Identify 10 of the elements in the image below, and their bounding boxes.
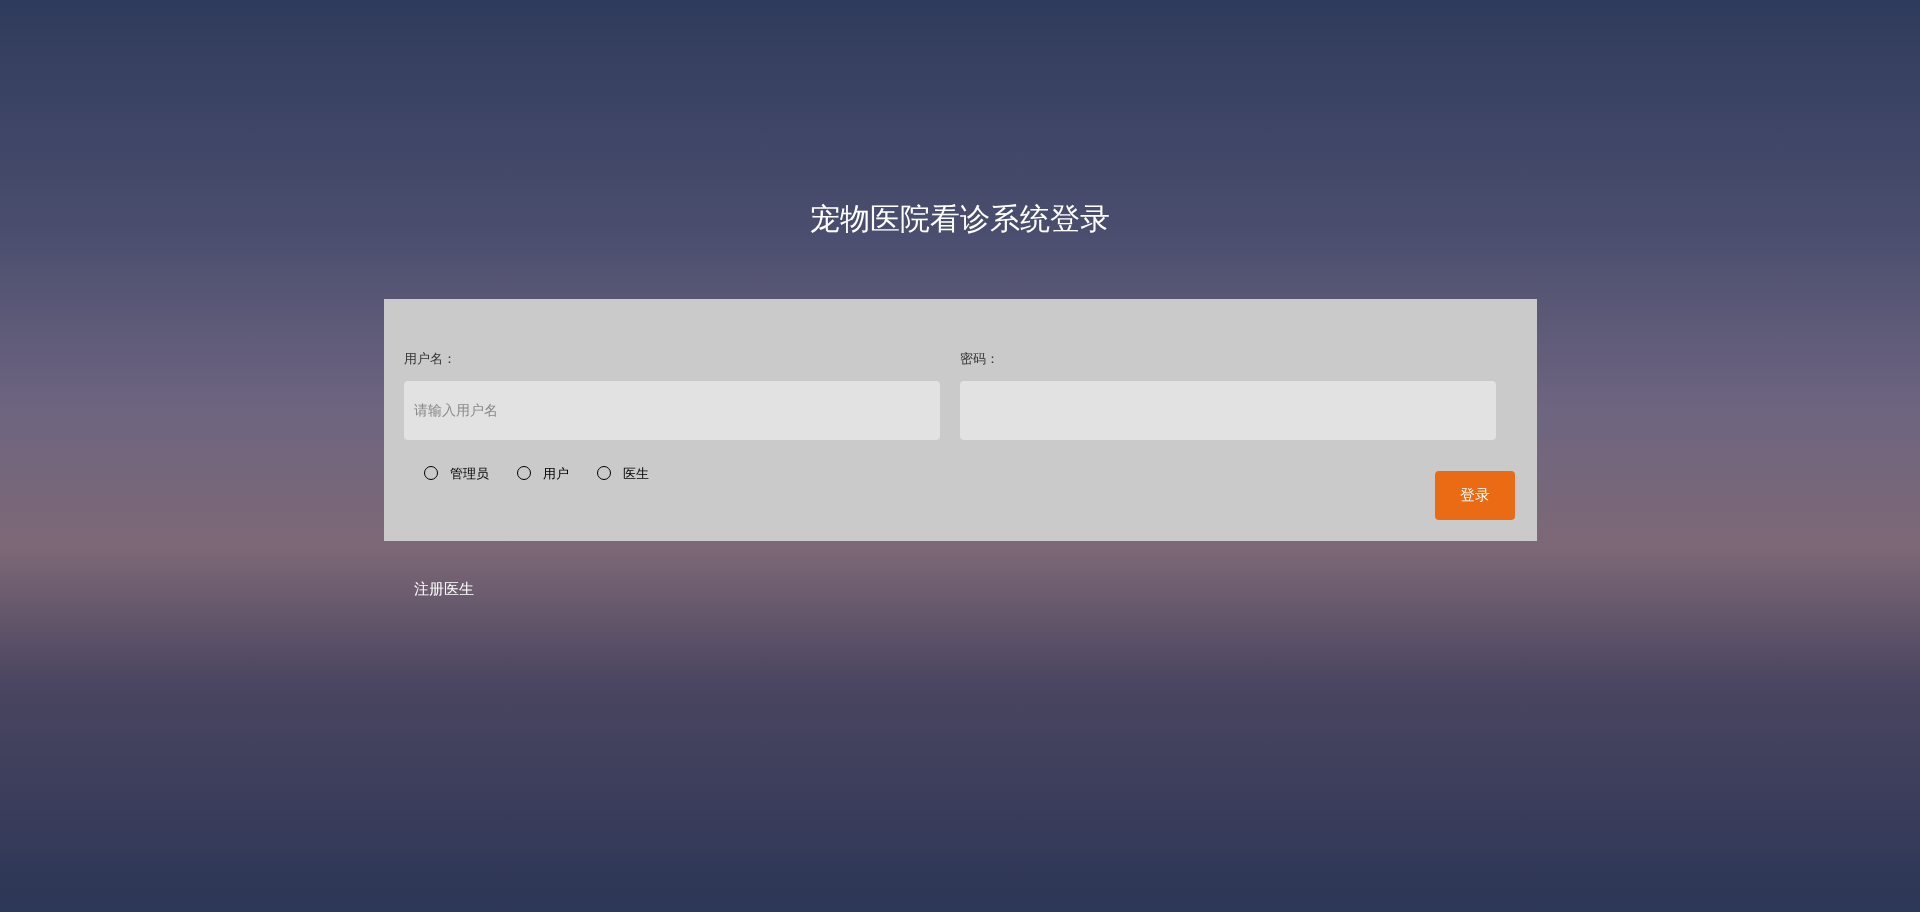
radio-label: 医生	[622, 464, 649, 483]
register-link[interactable]: 注册医生	[413, 580, 474, 597]
radio-label: 管理员	[449, 464, 489, 483]
login-button[interactable]: 登录	[1434, 471, 1515, 520]
field-label: 用户名：	[403, 350, 456, 368]
radio-label: 用户	[542, 464, 569, 483]
field-label: 密码：	[959, 350, 999, 368]
page-title: 宠物医院看诊系统登录	[810, 201, 1110, 237]
username-field[interactable]: 请输入用户名	[403, 380, 940, 440]
password-field[interactable]	[959, 380, 1496, 440]
